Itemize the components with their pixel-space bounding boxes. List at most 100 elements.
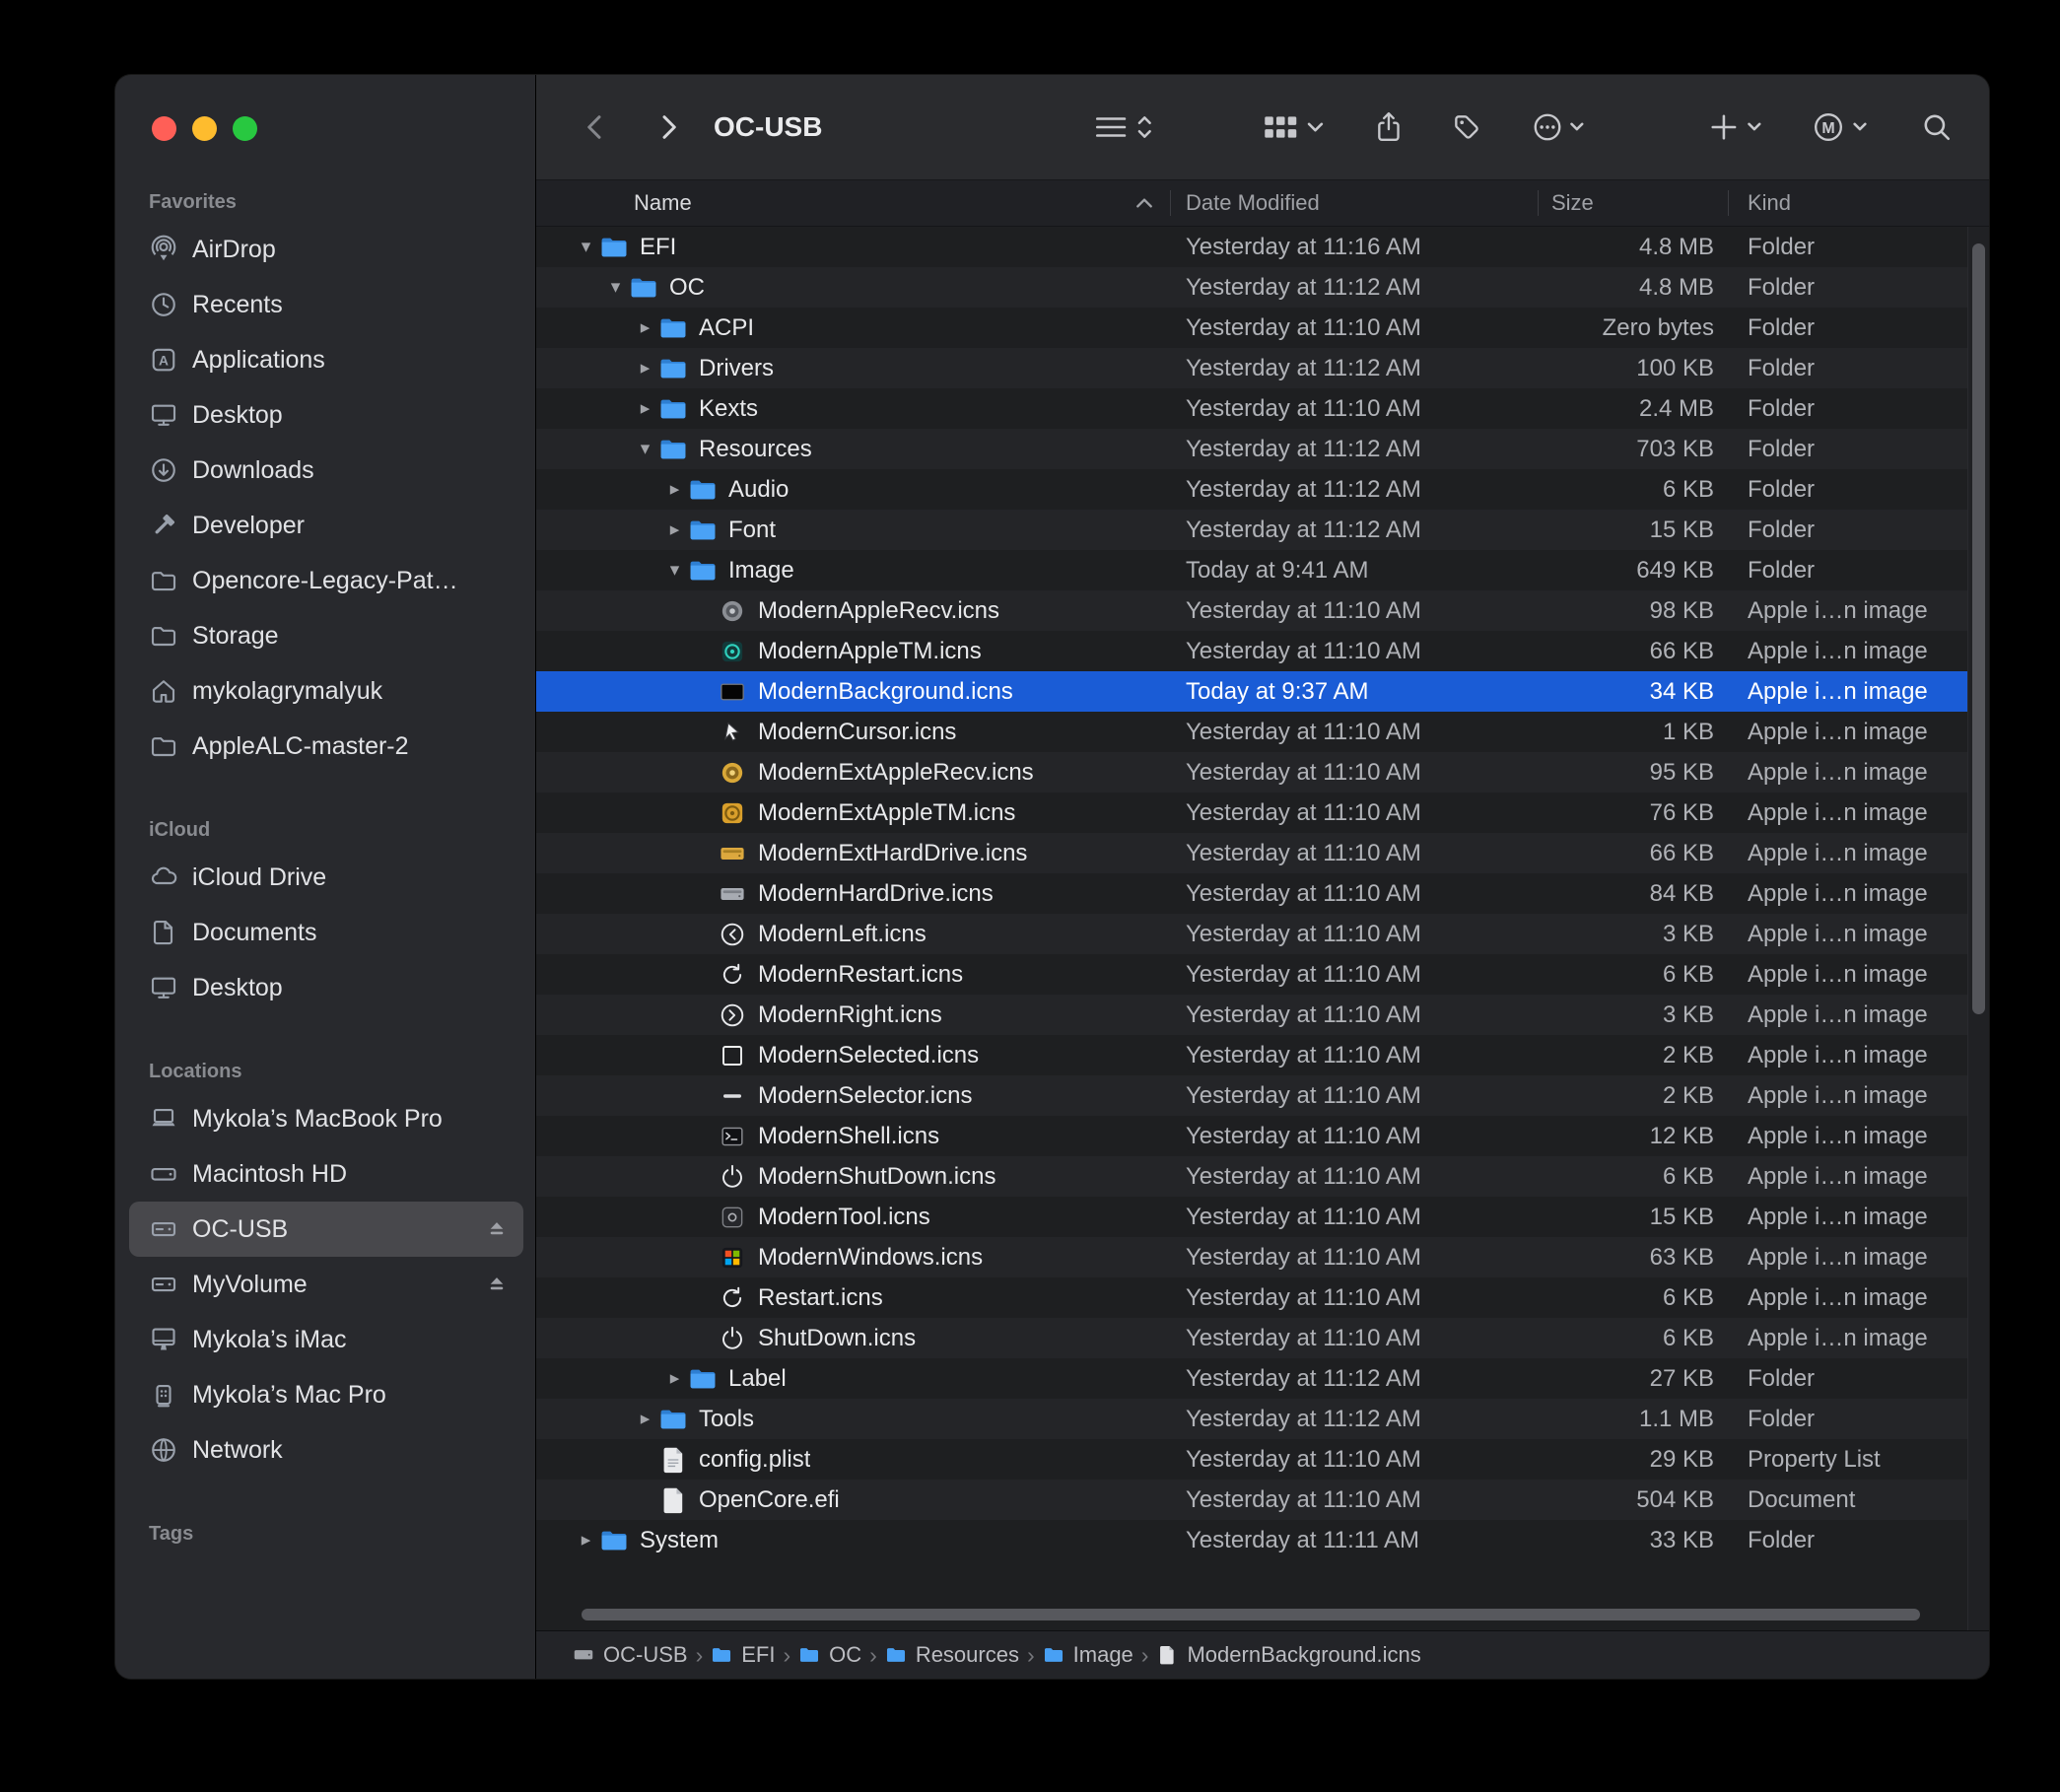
sidebar-item-mykolagrymalyuk[interactable]: mykolagrymalyuk [129, 663, 523, 719]
file-row[interactable]: ModernAppleTM.icnsYesterday at 11:10 AM6… [536, 631, 1989, 671]
eject-icon[interactable] [484, 1216, 510, 1242]
file-row[interactable]: ▸ACPIYesterday at 11:10 AMZero bytesFold… [536, 308, 1989, 348]
disclosure-triangle[interactable]: ▸ [573, 1529, 599, 1551]
sidebar-item-desktop[interactable]: Desktop [129, 387, 523, 443]
disclosure-triangle[interactable]: ▸ [661, 518, 688, 541]
zoom-button[interactable] [233, 116, 257, 141]
file-row[interactable]: ModernExtAppleRecv.icnsYesterday at 11:1… [536, 752, 1989, 793]
disclosure-triangle[interactable]: ▸ [661, 1367, 688, 1390]
file-row[interactable]: ModernRight.icnsYesterday at 11:10 AM3 K… [536, 995, 1989, 1035]
disclosure-triangle[interactable]: ▾ [661, 559, 688, 582]
sidebar-item-downloads[interactable]: Downloads [129, 443, 523, 498]
disclosure-triangle[interactable]: ▾ [602, 276, 629, 299]
file-row[interactable]: ModernSelected.icnsYesterday at 11:10 AM… [536, 1035, 1989, 1075]
forward-button[interactable] [652, 111, 684, 143]
sidebar-item-macintosh-hd[interactable]: Macintosh HD [129, 1146, 523, 1202]
sidebar-item-storage[interactable]: Storage [129, 608, 523, 663]
column-header-date[interactable]: Date Modified [1170, 180, 1538, 226]
file-row[interactable]: ▾ResourcesYesterday at 11:12 AM703 KBFol… [536, 429, 1989, 469]
back-button[interactable] [580, 111, 611, 143]
disclosure-triangle[interactable]: ▸ [632, 316, 658, 339]
file-row[interactable]: ▸LabelYesterday at 11:12 AM27 KBFolder [536, 1358, 1989, 1399]
file-date-modified: Yesterday at 11:10 AM [1170, 1001, 1538, 1029]
file-name: Restart.icns [758, 1284, 883, 1312]
file-row[interactable]: ModernTool.icnsYesterday at 11:10 AM15 K… [536, 1197, 1989, 1237]
path-item-oc-usb[interactable]: OC-USB [573, 1642, 688, 1668]
file-row[interactable]: config.plistYesterday at 11:10 AM29 KBPr… [536, 1439, 1989, 1480]
sidebar-item-label: mykolagrymalyuk [192, 677, 382, 706]
disclosure-triangle[interactable]: ▾ [573, 236, 599, 258]
account-menu[interactable]: M [1813, 111, 1870, 143]
path-item-efi[interactable]: EFI [711, 1642, 775, 1668]
file-row[interactable]: ModernShutDown.icnsYesterday at 11:10 AM… [536, 1156, 1989, 1197]
more-actions[interactable] [1532, 111, 1586, 143]
disclosure-triangle[interactable]: ▸ [632, 397, 658, 420]
file-row[interactable]: ▾ImageToday at 9:41 AM649 KBFolder [536, 550, 1989, 590]
file-name: ModernHardDrive.icns [758, 880, 994, 908]
sidebar-item-airdrop[interactable]: AirDrop [129, 222, 523, 277]
add-button[interactable] [1709, 111, 1763, 143]
file-row[interactable]: ▸KextsYesterday at 11:10 AM2.4 MBFolder [536, 388, 1989, 429]
sidebar-item-myvolume[interactable]: MyVolume [129, 1257, 523, 1312]
sidebar-item-network[interactable]: Network [129, 1422, 523, 1478]
file-row[interactable]: ModernExtHardDrive.icnsYesterday at 11:1… [536, 833, 1989, 873]
file-row[interactable]: ▸ToolsYesterday at 11:12 AM1.1 MBFolder [536, 1399, 1989, 1439]
tags-button[interactable] [1451, 111, 1482, 143]
file-row[interactable]: ▸FontYesterday at 11:12 AM15 KBFolder [536, 510, 1989, 550]
file-row[interactable]: ModernCursor.icnsYesterday at 11:10 AM1 … [536, 712, 1989, 752]
minimize-button[interactable] [192, 116, 217, 141]
path-item-image[interactable]: Image [1043, 1642, 1133, 1668]
path-item-oc[interactable]: OC [798, 1642, 861, 1668]
path-item-modernbackground-icns[interactable]: ModernBackground.icns [1156, 1642, 1420, 1668]
sidebar-item-recents[interactable]: Recents [129, 277, 523, 332]
file-row[interactable]: ModernHardDrive.icnsYesterday at 11:10 A… [536, 873, 1989, 914]
file-date-modified: Yesterday at 11:10 AM [1170, 799, 1538, 827]
view-mode-control[interactable] [1093, 111, 1158, 143]
sidebar-item-oc-usb[interactable]: OC-USB [129, 1202, 523, 1257]
sidebar-item-icloud-drive[interactable]: iCloud Drive [129, 850, 523, 905]
search-button[interactable] [1921, 111, 1953, 143]
column-header-kind[interactable]: Kind [1728, 180, 1989, 226]
file-row[interactable]: ModernRestart.icnsYesterday at 11:10 AM6… [536, 954, 1989, 995]
sidebar-item-developer[interactable]: Developer [129, 498, 523, 553]
column-header-size[interactable]: Size [1538, 180, 1728, 226]
close-button[interactable] [152, 116, 176, 141]
file-row[interactable]: ▸AudioYesterday at 11:12 AM6 KBFolder [536, 469, 1989, 510]
group-control[interactable] [1261, 111, 1326, 143]
path-item-resources[interactable]: Resources [885, 1642, 1019, 1668]
sidebar-item-opencore-legacy-pat[interactable]: Opencore-Legacy-Pat… [129, 553, 523, 608]
eject-icon[interactable] [484, 1272, 510, 1297]
file-row[interactable]: ▸DriversYesterday at 11:12 AM100 KBFolde… [536, 348, 1989, 388]
sidebar-item-mykola-s-imac[interactable]: Mykola’s iMac [129, 1312, 523, 1367]
horizontal-scrollbar[interactable] [582, 1609, 1920, 1620]
file-row[interactable]: ▾EFIYesterday at 11:16 AM4.8 MBFolder [536, 227, 1989, 267]
file-row[interactable]: OpenCore.efiYesterday at 11:10 AM504 KBD… [536, 1480, 1989, 1520]
vertical-scrollbar[interactable] [1967, 227, 1989, 1630]
sidebar-item-documents[interactable]: Documents [129, 905, 523, 960]
disclosure-triangle[interactable]: ▸ [632, 1408, 658, 1430]
sidebar-item-mykola-s-macbook-pro[interactable]: Mykola’s MacBook Pro [129, 1091, 523, 1146]
sidebar-item-mykola-s-mac-pro[interactable]: Mykola’s Mac Pro [129, 1367, 523, 1422]
disclosure-triangle[interactable]: ▸ [632, 357, 658, 379]
file-row[interactable]: ▾OCYesterday at 11:12 AM4.8 MBFolder [536, 267, 1989, 308]
file-row[interactable]: ▸SystemYesterday at 11:11 AM33 KBFolder [536, 1520, 1989, 1560]
file-name-cell: OpenCore.efi [536, 1485, 1170, 1515]
file-row[interactable]: ModernShell.icnsYesterday at 11:10 AM12 … [536, 1116, 1989, 1156]
file-row[interactable]: ModernLeft.icnsYesterday at 11:10 AM3 KB… [536, 914, 1989, 954]
disclosure-triangle[interactable]: ▾ [632, 438, 658, 460]
file-row[interactable]: ModernAppleRecv.icnsYesterday at 11:10 A… [536, 590, 1989, 631]
file-row[interactable]: ShutDown.icnsYesterday at 11:10 AM6 KBAp… [536, 1318, 1989, 1358]
file-row[interactable]: ModernWindows.icnsYesterday at 11:10 AM6… [536, 1237, 1989, 1277]
file-row[interactable]: Restart.icnsYesterday at 11:10 AM6 KBApp… [536, 1277, 1989, 1318]
file-row[interactable]: ModernSelector.icnsYesterday at 11:10 AM… [536, 1075, 1989, 1116]
file-row[interactable]: ModernBackground.icnsToday at 9:37 AM34 … [536, 671, 1989, 712]
disclosure-triangle[interactable]: ▸ [661, 478, 688, 501]
file-kind: Apple i…n image [1728, 1204, 1989, 1231]
file-row[interactable]: ModernExtAppleTM.icnsYesterday at 11:10 … [536, 793, 1989, 833]
share-button[interactable] [1374, 111, 1404, 143]
column-header-name[interactable]: Name [536, 180, 1170, 226]
sidebar-item-applications[interactable]: AApplications [129, 332, 523, 387]
vertical-scrollbar-thumb[interactable] [1972, 243, 1985, 1014]
sidebar-item-desktop[interactable]: Desktop [129, 960, 523, 1015]
sidebar-item-applealc-master-2[interactable]: AppleALC-master-2 [129, 719, 523, 774]
